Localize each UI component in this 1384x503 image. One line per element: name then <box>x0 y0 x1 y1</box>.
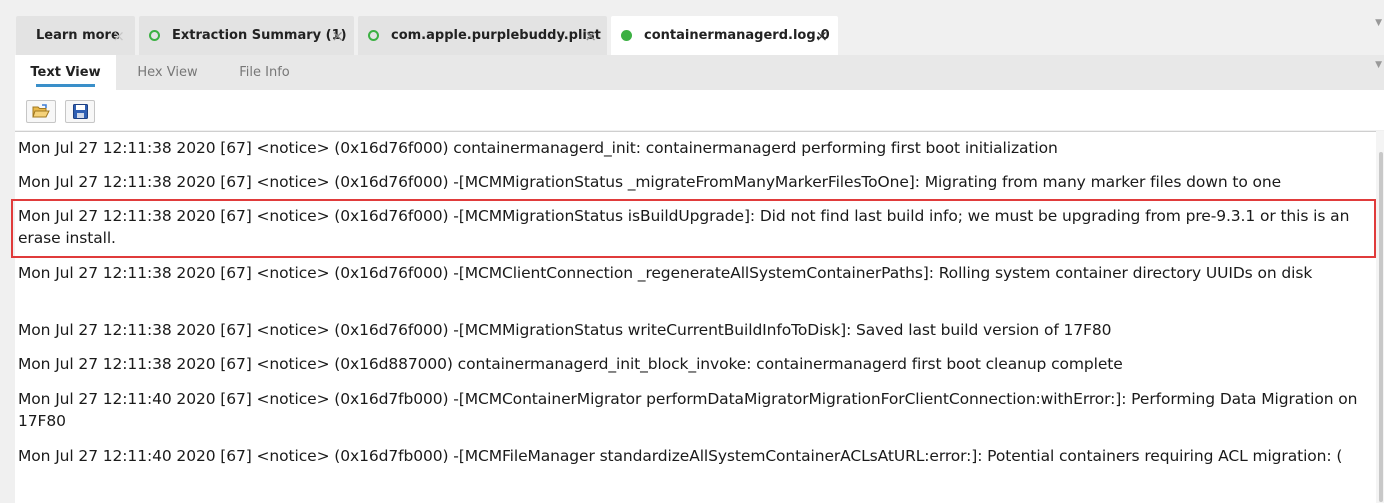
save-button[interactable] <box>65 100 95 123</box>
tab-text-view[interactable]: Text View <box>15 55 116 90</box>
close-icon[interactable]: × <box>815 27 828 45</box>
status-ring-icon <box>149 30 160 41</box>
log-line: Mon Jul 27 12:11:38 2020 [67] <notice> (… <box>18 321 1112 339</box>
tab-file-info[interactable]: File Info <box>218 55 311 90</box>
tab-containermanagerd-log[interactable]: containermanagerd.log.0 × <box>611 16 838 55</box>
tab-purplebuddy-plist[interactable]: com.apple.purplebuddy.plist × <box>358 16 607 55</box>
log-line: Mon Jul 27 12:11:38 2020 [67] <notice> (… <box>18 139 1058 157</box>
status-dot-icon <box>621 30 632 41</box>
log-line: Mon Jul 27 12:11:38 2020 [67] <notice> (… <box>18 355 1123 373</box>
status-ring-icon <box>368 30 379 41</box>
subtab-label: Hex View <box>137 65 198 80</box>
subtab-overflow-chevron-icon[interactable]: ▼ <box>1375 60 1382 70</box>
active-tab-indicator <box>36 84 95 87</box>
log-line: Mon Jul 27 12:11:40 2020 [67] <notice> (… <box>18 447 1343 465</box>
subtab-label: File Info <box>239 65 290 80</box>
tab-label: Learn more <box>36 28 120 43</box>
log-line: Mon Jul 27 12:11:38 2020 [67] <notice> (… <box>18 264 1313 282</box>
open-file-button[interactable] <box>26 100 56 123</box>
tab-learn-more[interactable]: Learn more × <box>16 16 135 55</box>
close-icon[interactable]: × <box>584 27 597 45</box>
log-line: Mon Jul 27 12:11:38 2020 [67] <notice> (… <box>18 173 1282 191</box>
close-icon[interactable]: × <box>331 27 344 45</box>
close-icon[interactable]: × <box>112 27 125 45</box>
log-text-view[interactable]: Mon Jul 27 12:11:38 2020 [67] <notice> (… <box>15 131 1384 503</box>
tab-label: Extraction Summary (1) <box>172 28 347 43</box>
tab-label: com.apple.purplebuddy.plist <box>391 28 601 43</box>
text-view-toolbar <box>15 90 1384 130</box>
tab-extraction-summary[interactable]: Extraction Summary (1) × <box>139 16 354 55</box>
tab-hex-view[interactable]: Hex View <box>122 55 213 90</box>
log-line: Mon Jul 27 12:11:40 2020 [67] <notice> (… <box>18 390 1358 430</box>
document-tab-strip: Learn more × Extraction Summary (1) × co… <box>0 0 1384 55</box>
tab-label: containermanagerd.log.0 <box>644 28 830 43</box>
subtab-label: Text View <box>30 65 101 80</box>
log-line-highlighted: Mon Jul 27 12:11:38 2020 [67] <notice> (… <box>18 207 1350 247</box>
save-disk-icon <box>72 104 88 119</box>
tab-overflow-chevron-icon[interactable]: ▼ <box>1375 18 1382 28</box>
folder-open-icon <box>32 104 50 118</box>
scrollbar-thumb[interactable] <box>1379 152 1383 502</box>
view-tab-bar: Text View Hex View File Info ▼ <box>15 55 1384 90</box>
